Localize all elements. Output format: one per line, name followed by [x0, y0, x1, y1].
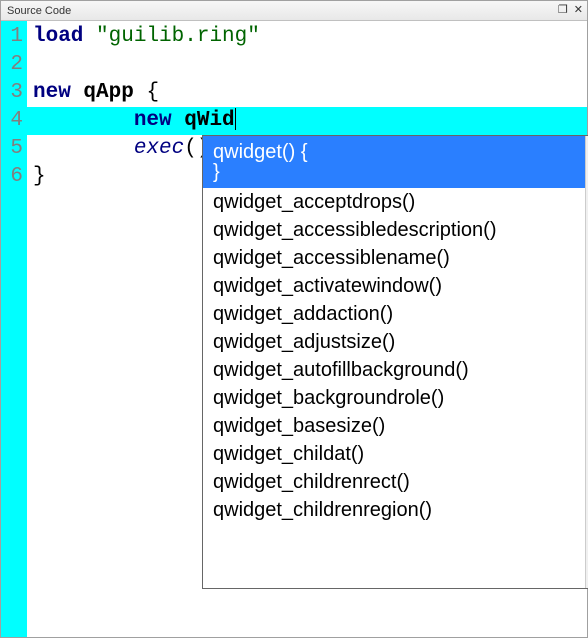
autocomplete-item[interactable]: qwidget_acceptdrops(): [203, 188, 585, 216]
code-area[interactable]: load "guilib.ring" new qApp { new qWid e…: [27, 21, 587, 637]
line-number: 2: [1, 51, 23, 79]
line-gutter: 1 2 3 4 5 6: [1, 21, 27, 637]
autocomplete-item[interactable]: qwidget_childrenrect(): [203, 468, 585, 496]
text-caret: [235, 108, 236, 130]
restore-icon[interactable]: ❐: [558, 5, 568, 16]
autocomplete-item[interactable]: qwidget_childrenregion(): [203, 496, 585, 524]
code-line[interactable]: new qApp {: [33, 79, 587, 107]
window-controls: ❐ ✕: [558, 5, 583, 16]
autocomplete-item[interactable]: qwidget_basesize(): [203, 412, 585, 440]
autocomplete-item[interactable]: qwidget_addaction(): [203, 300, 585, 328]
autocomplete-item[interactable]: qwidget_childat(): [203, 440, 585, 468]
autocomplete-item[interactable]: qwidget_autofillbackground(): [203, 356, 585, 384]
line-number: 5: [1, 135, 23, 163]
autocomplete-item[interactable]: qwidget_backgroundrole(): [203, 384, 585, 412]
line-number: 4: [1, 107, 23, 135]
autocomplete-popup[interactable]: qwidget() { } qwidget_acceptdrops() qwid…: [202, 135, 588, 589]
autocomplete-item[interactable]: qwidget_activatewindow(): [203, 272, 585, 300]
autocomplete-item[interactable]: qwidget_accessibledescription(): [203, 216, 585, 244]
line-number: 3: [1, 79, 23, 107]
source-code-panel: Source Code ❐ ✕ 1 2 3 4 5 6 load "guilib…: [0, 0, 588, 638]
autocomplete-item[interactable]: qwidget() { }: [203, 136, 585, 188]
code-editor[interactable]: 1 2 3 4 5 6 load "guilib.ring" new qApp …: [1, 21, 587, 637]
autocomplete-item[interactable]: qwidget_accessiblename(): [203, 244, 585, 272]
code-line[interactable]: new qWid: [33, 107, 587, 135]
autocomplete-list[interactable]: qwidget() { } qwidget_acceptdrops() qwid…: [203, 136, 585, 588]
line-number: 1: [1, 23, 23, 51]
close-icon[interactable]: ✕: [574, 5, 583, 16]
line-number: 6: [1, 163, 23, 191]
panel-title: Source Code: [7, 5, 71, 17]
titlebar: Source Code ❐ ✕: [1, 1, 587, 21]
code-line[interactable]: [33, 51, 587, 79]
autocomplete-item[interactable]: qwidget_adjustsize(): [203, 328, 585, 356]
code-line[interactable]: load "guilib.ring": [33, 23, 587, 51]
